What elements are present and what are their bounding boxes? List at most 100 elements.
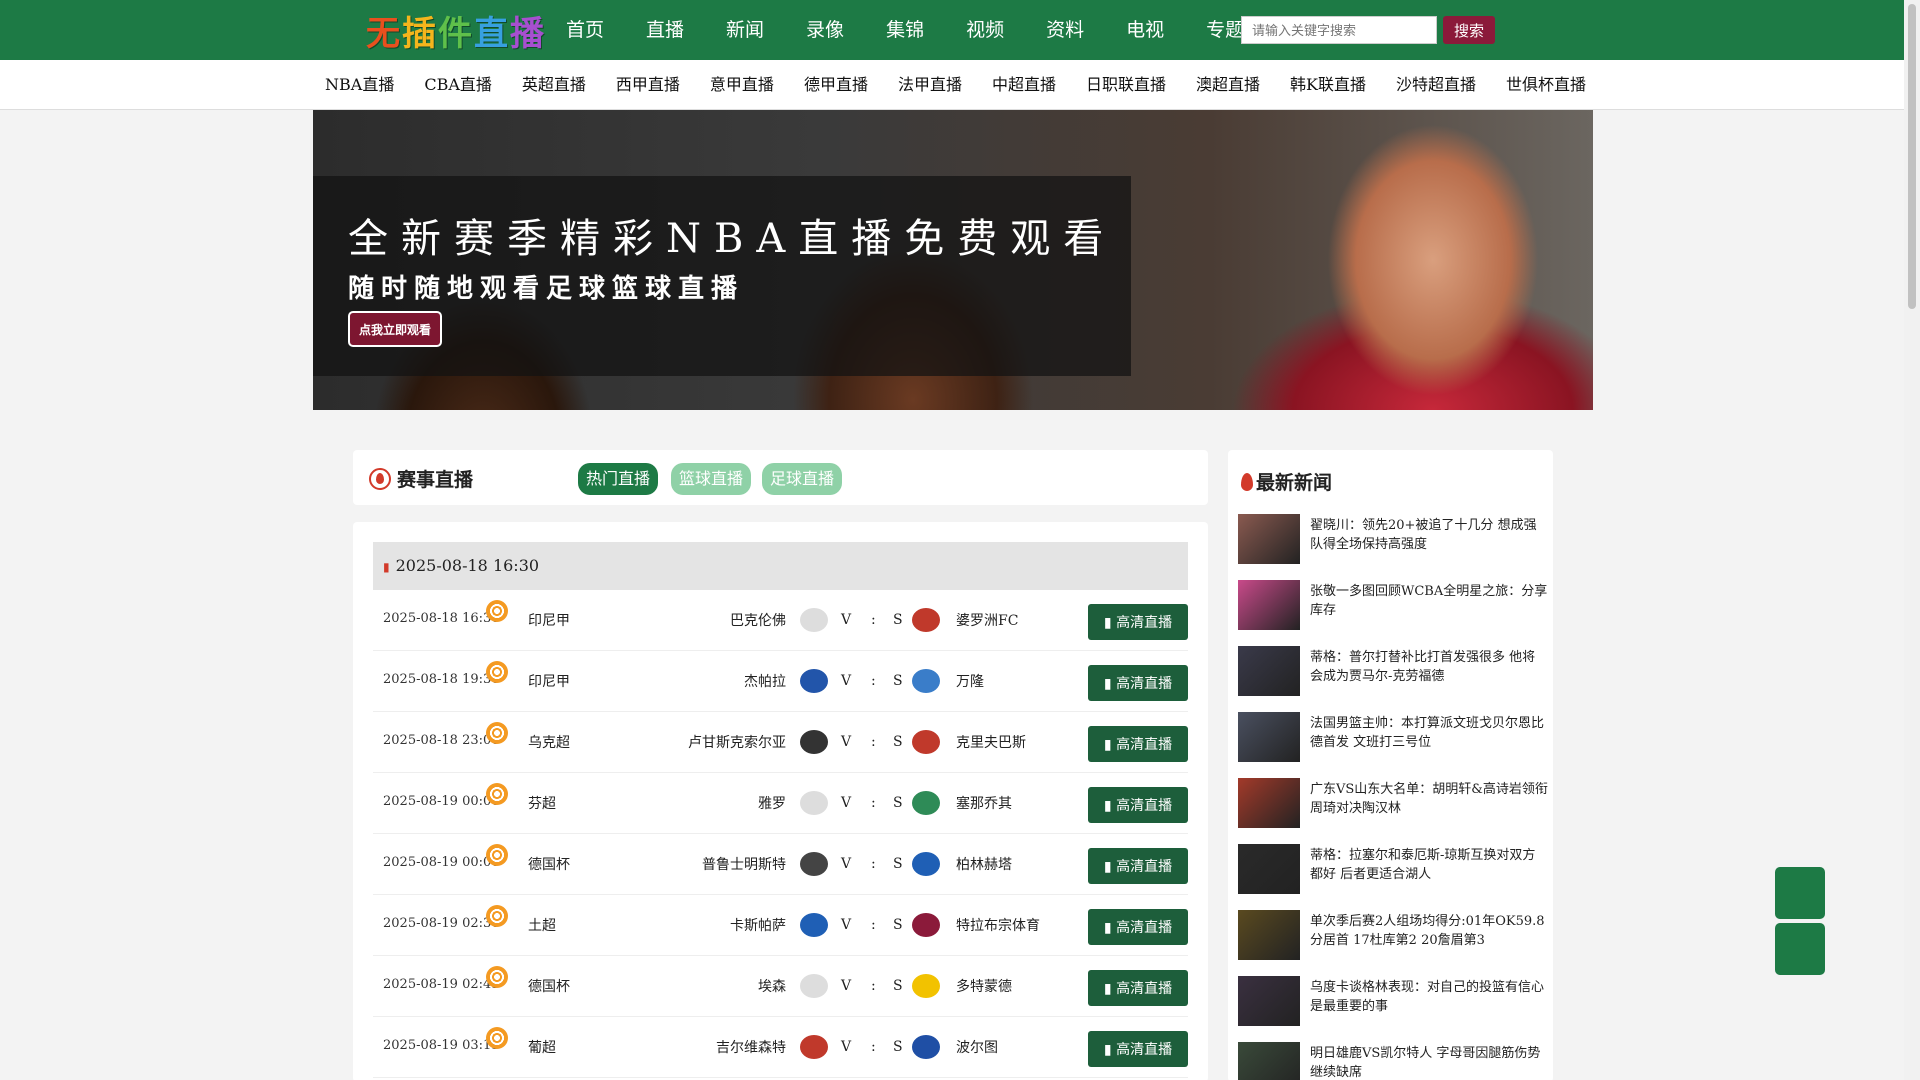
home-team[interactable]: 杰帕拉 xyxy=(744,671,786,691)
hd-live-button[interactable]: ▮ 高清直播 xyxy=(1088,970,1188,1006)
tab-hot-live[interactable]: 热门直播 xyxy=(578,463,659,495)
away-team[interactable]: 婆罗洲FC xyxy=(956,610,1018,630)
match-league[interactable]: 德国杯 xyxy=(528,854,570,874)
news-headline[interactable]: 明日雄鹿VS凯尔特人 字母哥因腿筋伤势继续缺席 xyxy=(1310,1044,1548,1080)
news-headline[interactable]: 张敬一多图回顾WCBA全明星之旅：分享库存 xyxy=(1310,582,1548,620)
home-team[interactable]: 普鲁士明斯特 xyxy=(702,854,786,874)
match-time: 2025-08-19 02:45 xyxy=(383,977,500,992)
watch-now-button[interactable]: 点我立即观看 xyxy=(348,311,442,347)
news-headline[interactable]: 乌度卡谈格林表现：对自己的投篮有信心是最重要的事 xyxy=(1310,978,1548,1016)
away-team[interactable]: 柏林赫塔 xyxy=(956,854,1012,874)
news-thumbnail[interactable] xyxy=(1238,1042,1300,1080)
news-thumbnail[interactable] xyxy=(1238,514,1300,564)
league-nav-item[interactable]: 法甲直播 xyxy=(886,60,974,110)
match-league[interactable]: 芬超 xyxy=(528,793,556,813)
match-league[interactable]: 德国杯 xyxy=(528,976,570,996)
hd-live-button[interactable]: ▮ 高清直播 xyxy=(1088,604,1188,640)
news-item[interactable]: 广东VS山东大名单：胡明轩&高诗岩领衔 周琦对决陶汉林 xyxy=(1238,778,1548,834)
home-team[interactable]: 卡斯帕萨 xyxy=(730,915,786,935)
hd-live-button[interactable]: ▮ 高清直播 xyxy=(1088,848,1188,884)
league-nav-item[interactable]: 日职联直播 xyxy=(1074,60,1178,110)
away-team[interactable]: 万隆 xyxy=(956,671,984,691)
site-logo[interactable]: 无插件直播 xyxy=(366,10,546,54)
news-thumbnail[interactable] xyxy=(1238,712,1300,762)
nav-item-news[interactable]: 新闻 xyxy=(714,0,776,60)
main-nav: 首页 直播 新闻 录像 集锦 视频 资料 电视 专题推荐 xyxy=(554,0,1312,60)
league-nav-item[interactable]: CBA直播 xyxy=(412,60,504,110)
match-league[interactable]: 葡超 xyxy=(528,1037,556,1057)
news-item[interactable]: 蒂格：普尔打替补比打首发强很多 他将会成为贾马尔-克劳福德 xyxy=(1238,646,1548,702)
float-button-bottom[interactable] xyxy=(1775,923,1825,975)
away-team[interactable]: 塞那乔其 xyxy=(956,793,1012,813)
news-thumbnail[interactable] xyxy=(1238,646,1300,696)
away-team[interactable]: 多特蒙德 xyxy=(956,976,1012,996)
league-nav-item[interactable]: 世俱杯直播 xyxy=(1494,60,1598,110)
float-button-top[interactable] xyxy=(1775,867,1825,919)
news-headline[interactable]: 翟晓川：领先20+被追了十几分 想成强队得全场保持高强度 xyxy=(1310,516,1548,554)
news-headline[interactable]: 蒂格：拉塞尔和泰厄斯-琼斯互换对双方都好 后者更适合湖人 xyxy=(1310,846,1548,884)
home-team[interactable]: 雅罗 xyxy=(758,793,786,813)
hd-live-button[interactable]: ▮ 高清直播 xyxy=(1088,787,1188,823)
home-team[interactable]: 卢甘斯克索尔亚 xyxy=(688,732,786,752)
league-nav-item[interactable]: NBA直播 xyxy=(313,60,406,110)
league-nav-item[interactable]: 中超直播 xyxy=(980,60,1068,110)
news-thumbnail[interactable] xyxy=(1238,844,1300,894)
home-team[interactable]: 吉尔维森特 xyxy=(716,1037,786,1057)
vs-label: V xyxy=(841,1039,852,1055)
away-team[interactable]: 特拉布宗体育 xyxy=(956,915,1040,935)
hd-live-button[interactable]: ▮ 高清直播 xyxy=(1088,726,1188,762)
match-league[interactable]: 印尼甲 xyxy=(528,610,570,630)
news-item[interactable]: 明日雄鹿VS凯尔特人 字母哥因腿筋伤势继续缺席 xyxy=(1238,1042,1548,1080)
league-nav-item[interactable]: 沙特超直播 xyxy=(1384,60,1488,110)
hd-live-button[interactable]: ▮ 高清直播 xyxy=(1088,1031,1188,1067)
nav-item-live[interactable]: 直播 xyxy=(634,0,696,60)
league-nav-item[interactable]: 澳超直播 xyxy=(1184,60,1272,110)
news-item[interactable]: 蒂格：拉塞尔和泰厄斯-琼斯互换对双方都好 后者更适合湖人 xyxy=(1238,844,1548,900)
football-icon xyxy=(486,722,508,744)
nav-item-data[interactable]: 资料 xyxy=(1034,0,1096,60)
nav-item-home[interactable]: 首页 xyxy=(554,0,616,60)
league-nav-item[interactable]: 韩K联直播 xyxy=(1278,60,1378,110)
news-title: 最新新闻 xyxy=(1241,468,1332,495)
match-league[interactable]: 印尼甲 xyxy=(528,671,570,691)
nav-item-highlights[interactable]: 集锦 xyxy=(874,0,936,60)
news-headline[interactable]: 单次季后赛2人组场均得分:01年OK59.8分居首 17杜库第2 20詹眉第3 xyxy=(1310,912,1548,950)
news-item[interactable]: 张敬一多图回顾WCBA全明星之旅：分享库存 xyxy=(1238,580,1548,636)
news-item[interactable]: 法国男篮主帅：本打算派文班戈贝尔恩比德首发 文班打三号位 xyxy=(1238,712,1548,768)
search-button[interactable]: 搜索 xyxy=(1443,16,1495,44)
news-thumbnail[interactable] xyxy=(1238,778,1300,828)
news-headline[interactable]: 法国男篮主帅：本打算派文班戈贝尔恩比德首发 文班打三号位 xyxy=(1310,714,1548,752)
news-item[interactable]: 乌度卡谈格林表现：对自己的投篮有信心是最重要的事 xyxy=(1238,976,1548,1032)
hd-live-button[interactable]: ▮ 高清直播 xyxy=(1088,665,1188,701)
news-headline[interactable]: 蒂格：普尔打替补比打首发强很多 他将会成为贾马尔-克劳福德 xyxy=(1310,648,1548,686)
home-team-logo-icon xyxy=(800,913,828,937)
tab-football-live[interactable]: 足球直播 xyxy=(762,463,843,495)
away-team[interactable]: 克里夫巴斯 xyxy=(956,732,1026,752)
nav-item-replay[interactable]: 录像 xyxy=(794,0,856,60)
tab-basketball-live[interactable]: 篮球直播 xyxy=(671,463,752,495)
news-thumbnail[interactable] xyxy=(1238,976,1300,1026)
home-team[interactable]: 埃森 xyxy=(758,976,786,996)
news-thumbnail[interactable] xyxy=(1238,910,1300,960)
score-separator: : xyxy=(871,612,876,628)
nav-item-tv[interactable]: 电视 xyxy=(1114,0,1176,60)
league-nav-item[interactable]: 西甲直播 xyxy=(604,60,692,110)
news-thumbnail[interactable] xyxy=(1238,580,1300,630)
match-league[interactable]: 土超 xyxy=(528,915,556,935)
news-headline[interactable]: 广东VS山东大名单：胡明轩&高诗岩领衔 周琦对决陶汉林 xyxy=(1310,780,1548,818)
page-scrollbar[interactable] xyxy=(1904,0,1920,1080)
match-row: 2025-08-18 16:30 印尼甲 巴克伦佛 V: S 婆罗洲FC ▮ 高清直播 xyxy=(373,590,1188,651)
hd-live-button[interactable]: ▮ 高清直播 xyxy=(1088,909,1188,945)
away-team[interactable]: 波尔图 xyxy=(956,1037,998,1057)
home-team[interactable]: 巴克伦佛 xyxy=(730,610,786,630)
match-league[interactable]: 乌克超 xyxy=(528,732,570,752)
away-team-logo-icon xyxy=(912,791,940,815)
league-nav-item[interactable]: 英超直播 xyxy=(510,60,598,110)
league-nav-item[interactable]: 意甲直播 xyxy=(698,60,786,110)
nav-item-video[interactable]: 视频 xyxy=(954,0,1016,60)
news-item[interactable]: 单次季后赛2人组场均得分:01年OK59.8分居首 17杜库第2 20詹眉第3 xyxy=(1238,910,1548,966)
news-item[interactable]: 翟晓川：领先20+被追了十几分 想成强队得全场保持高强度 xyxy=(1238,514,1548,570)
search-input[interactable] xyxy=(1241,16,1437,44)
league-nav-item[interactable]: 德甲直播 xyxy=(792,60,880,110)
scroll-thumb[interactable] xyxy=(1908,4,1916,309)
